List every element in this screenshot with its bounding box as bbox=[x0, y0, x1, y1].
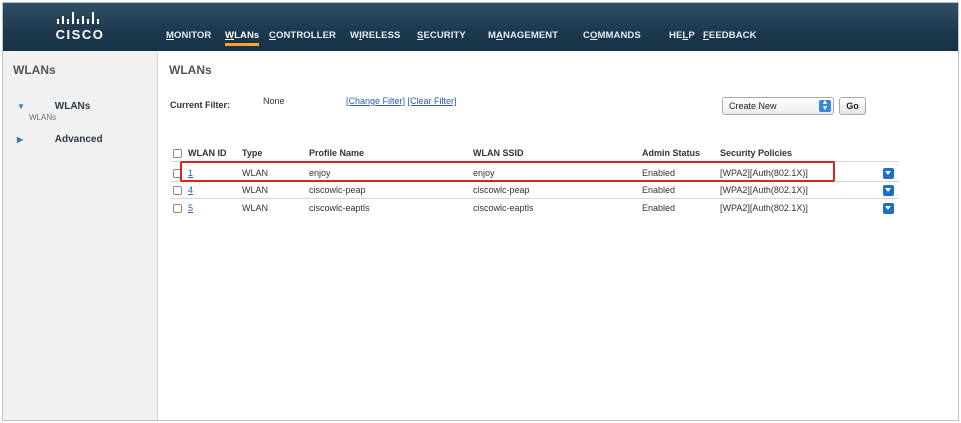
row-dropdown-button[interactable] bbox=[883, 168, 894, 179]
sidebar-item-wlans[interactable]: ▼ WLANs bbox=[17, 101, 90, 112]
clear-filter-link[interactable]: [Clear Filter] bbox=[408, 96, 457, 106]
row-divider bbox=[171, 198, 899, 199]
page-title: WLANs bbox=[169, 63, 212, 77]
row-dropdown-button[interactable] bbox=[883, 203, 894, 214]
row-checkbox[interactable] bbox=[173, 204, 182, 213]
column-header-wlan-id: WLAN ID bbox=[188, 148, 227, 158]
nav-management[interactable]: MANAGEMENT bbox=[488, 30, 558, 41]
go-button[interactable]: Go bbox=[839, 97, 866, 115]
profile-name: enjoy bbox=[309, 168, 331, 178]
nav-commands[interactable]: COMMANDS bbox=[583, 30, 641, 41]
row-checkbox[interactable] bbox=[173, 169, 182, 178]
wlan-id-link[interactable]: 5 bbox=[188, 203, 193, 213]
wlan-ssid: ciscowlc-peap bbox=[473, 185, 530, 195]
sidebar: WLANs ▼ WLANs WLANs ▶ Advanced bbox=[3, 51, 158, 420]
column-header-profile-name: Profile Name bbox=[309, 148, 365, 158]
nav-wireless[interactable]: WIRELESS bbox=[350, 30, 400, 41]
expand-arrow-icon: ▼ bbox=[17, 102, 25, 111]
row-dropdown-button[interactable] bbox=[883, 185, 894, 196]
column-header-security-policies: Security Policies bbox=[720, 148, 793, 158]
column-header-admin-status: Admin Status bbox=[642, 148, 701, 158]
row-divider bbox=[171, 181, 899, 182]
security-policies: [WPA2][Auth(802.1X)] bbox=[720, 185, 808, 195]
wlan-ssid: ciscowlc-eaptls bbox=[473, 203, 534, 213]
create-new-select[interactable]: Create New ▲ ▼ bbox=[722, 97, 834, 115]
sidebar-subitem-wlans[interactable]: WLANs bbox=[29, 113, 56, 122]
sidebar-item-label: Advanced bbox=[54, 134, 103, 145]
row-checkbox[interactable] bbox=[173, 186, 182, 195]
wlan-id-link[interactable]: 4 bbox=[188, 185, 193, 195]
select-all-checkbox[interactable] bbox=[173, 149, 182, 158]
nav-wlans[interactable]: WLANs bbox=[225, 30, 260, 46]
wlan-type: WLAN bbox=[242, 203, 269, 213]
nav-controller[interactable]: CONTROLLER bbox=[269, 30, 336, 41]
column-header-wlan-ssid: WLAN SSID bbox=[473, 148, 524, 158]
nav-help[interactable]: HELP bbox=[669, 30, 695, 41]
column-header-type: Type bbox=[242, 148, 263, 158]
admin-status: Enabled bbox=[642, 185, 676, 195]
cisco-bars-icon bbox=[57, 12, 99, 24]
change-filter-link[interactable]: [Change Filter] bbox=[346, 96, 405, 106]
cisco-logo[interactable]: CISCO bbox=[52, 12, 132, 44]
current-filter-value: None bbox=[263, 96, 285, 106]
wlan-type: WLAN bbox=[242, 185, 269, 195]
admin-status: Enabled bbox=[642, 168, 676, 178]
create-new-value: Create New bbox=[729, 101, 777, 111]
security-policies: [WPA2][Auth(802.1X)] bbox=[720, 168, 808, 178]
header-bar: CISCO MONITOR WLANs CONTROLLER WIRELESS … bbox=[3, 3, 958, 51]
wlan-id-link[interactable]: 1 bbox=[188, 168, 193, 178]
sidebar-item-advanced[interactable]: ▶ Advanced bbox=[17, 134, 103, 145]
profile-name: ciscowlc-peap bbox=[309, 185, 366, 195]
sidebar-title: WLANs bbox=[13, 63, 56, 77]
filter-links: [Change Filter] [Clear Filter] bbox=[346, 96, 457, 106]
sidebar-item-label: WLANs bbox=[54, 101, 91, 112]
nav-monitor[interactable]: MONITOR bbox=[166, 30, 211, 41]
cisco-logo-text: CISCO bbox=[55, 27, 105, 42]
collapse-arrow-icon: ▶ bbox=[17, 135, 24, 144]
app-frame: CISCO MONITOR WLANs CONTROLLER WIRELESS … bbox=[2, 2, 959, 421]
wlan-ssid: enjoy bbox=[473, 168, 495, 178]
nav-feedback[interactable]: FEEDBACK bbox=[703, 30, 757, 41]
table-divider bbox=[171, 161, 899, 162]
select-arrows-icon: ▲ ▼ bbox=[819, 99, 831, 112]
current-filter-label: Current Filter: bbox=[170, 100, 231, 110]
nav-security[interactable]: SECURITY bbox=[417, 30, 466, 41]
wlan-type: WLAN bbox=[242, 168, 269, 178]
security-policies: [WPA2][Auth(802.1X)] bbox=[720, 203, 808, 213]
profile-name: ciscowlc-eaptls bbox=[309, 203, 370, 213]
admin-status: Enabled bbox=[642, 203, 676, 213]
main-content: WLANs Current Filter: None [Change Filte… bbox=[159, 51, 958, 420]
